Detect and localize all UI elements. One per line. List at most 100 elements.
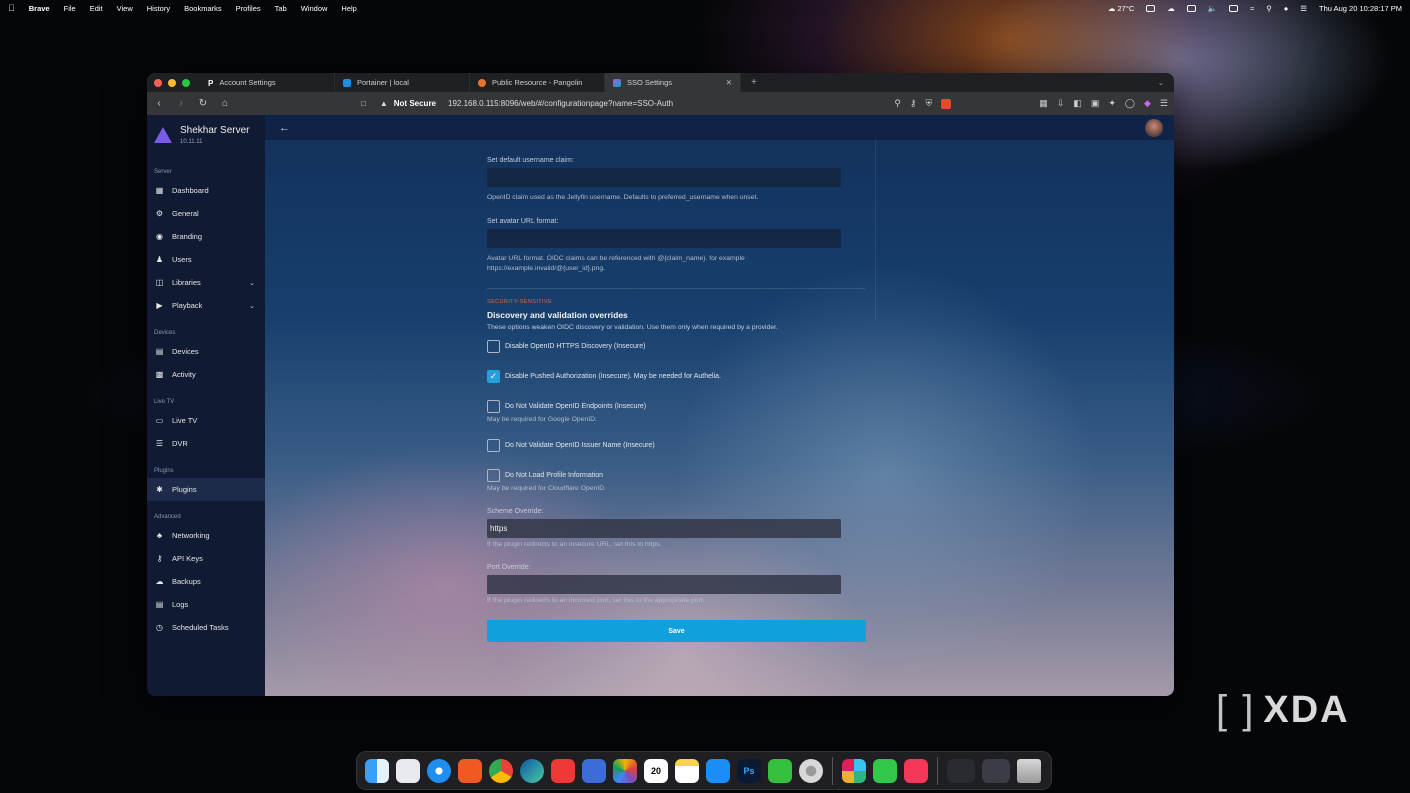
close-tab-icon[interactable]: ✕	[726, 78, 732, 87]
volume-icon[interactable]: 🔈	[1208, 4, 1217, 13]
apple-menu-icon[interactable]: 	[8, 3, 15, 13]
menu-window[interactable]: Window	[301, 4, 328, 13]
tab-sso-settings[interactable]: SSO Settings ✕	[605, 73, 741, 92]
sidebar-toggle-icon[interactable]: ◧	[1073, 98, 1082, 109]
checkbox[interactable]	[487, 439, 500, 452]
checkbox-row-validate-endpoints[interactable]: Do Not Validate OpenID Endpoints (Insecu…	[487, 400, 867, 413]
weather-widget[interactable]: ☁ 27°C	[1108, 4, 1134, 13]
menu-bookmarks[interactable]: Bookmarks	[184, 4, 222, 13]
forward-button[interactable]: ›	[175, 98, 187, 109]
sidebar-item-live-tv[interactable]: ▭ Live TV	[147, 409, 265, 432]
brave-icon[interactable]	[458, 758, 482, 783]
sidebar-item-users[interactable]: ♟ Users	[147, 248, 265, 271]
menu-help[interactable]: Help	[341, 4, 356, 13]
finder-icon[interactable]	[365, 758, 389, 783]
back-arrow-icon[interactable]: ←	[279, 122, 290, 134]
menu-tab[interactable]: Tab	[275, 4, 287, 13]
sidebar-item-activity[interactable]: ▩ Activity	[147, 363, 265, 386]
tab-pangolin[interactable]: Public Resource - Pangolin	[470, 73, 605, 92]
avatar-url-input[interactable]	[487, 229, 841, 248]
display-icon[interactable]	[1229, 4, 1239, 12]
security-indicator[interactable]: Not Secure	[394, 99, 436, 108]
chevron-down-icon[interactable]: ⌄	[249, 302, 255, 310]
menu-history[interactable]: History	[147, 4, 170, 13]
sidebar-item-dashboard[interactable]: ▦ Dashboard	[147, 179, 265, 202]
sidebar-item-playback[interactable]: ▶ Playback ⌄	[147, 294, 265, 317]
cloud-icon[interactable]: ☁	[1167, 4, 1175, 13]
sidebar-item-backups[interactable]: ☁ Backups	[147, 570, 265, 593]
trash-icon[interactable]	[1017, 758, 1041, 783]
wifi-icon[interactable]: ≈	[1250, 4, 1254, 13]
bookmark-icon[interactable]: □	[361, 99, 366, 108]
screen-icon[interactable]	[1146, 4, 1156, 12]
menu-edit[interactable]: Edit	[90, 4, 103, 13]
sidebar-item-logs[interactable]: ▤ Logs	[147, 593, 265, 616]
vpn-icon[interactable]: ◯	[1125, 98, 1135, 109]
reload-button[interactable]: ↻	[197, 98, 209, 109]
checkbox-row-profile-info[interactable]: Do Not Load Profile Information	[487, 469, 867, 482]
save-button[interactable]: Save	[487, 620, 866, 642]
home-button[interactable]: ⌂	[219, 98, 231, 109]
tab-account-settings[interactable]: P Account Settings	[200, 73, 335, 92]
notion-icon[interactable]	[582, 758, 606, 783]
zoom-window-button[interactable]	[182, 78, 190, 87]
username-claim-input[interactable]	[487, 168, 841, 187]
wallet-icon[interactable]: ▣	[1091, 98, 1100, 109]
back-button[interactable]: ‹	[153, 98, 165, 109]
evernote-icon[interactable]	[768, 758, 792, 783]
edge-icon[interactable]	[520, 758, 544, 783]
battery-icon[interactable]	[1186, 4, 1196, 12]
menu-profiles[interactable]: Profiles	[236, 4, 261, 13]
new-tab-button[interactable]: +	[741, 77, 767, 88]
chrome-icon[interactable]	[489, 758, 513, 783]
profile-icon[interactable]: ◆	[1144, 98, 1151, 109]
sidebar-item-dvr[interactable]: ☰ DVR	[147, 432, 265, 455]
sidebar-item-api-keys[interactable]: ⚷ API Keys	[147, 547, 265, 570]
photos-icon[interactable]	[613, 758, 637, 783]
close-window-button[interactable]	[154, 78, 162, 87]
checkbox-row-https-discovery[interactable]: Disable OpenID HTTPS Discovery (Insecure…	[487, 340, 867, 353]
checkmark-icon[interactable]: ✓	[487, 370, 500, 383]
app-menu-brave[interactable]: Brave	[29, 4, 50, 13]
notes-icon[interactable]	[675, 758, 699, 783]
downloads-icon[interactable]: ⇩	[1057, 98, 1065, 109]
photoshop-icon[interactable]: Ps	[737, 758, 761, 783]
phone-icon[interactable]	[873, 758, 897, 783]
minimized-window-icon[interactable]	[982, 758, 1010, 783]
app-store-icon[interactable]	[706, 758, 730, 783]
menu-view[interactable]: View	[117, 4, 133, 13]
extensions-icon[interactable]: ▦	[1039, 98, 1048, 109]
sidebar-item-libraries[interactable]: ◫ Libraries ⌄	[147, 271, 265, 294]
sidebar-item-general[interactable]: ⚙ General	[147, 202, 265, 225]
checkbox[interactable]	[487, 340, 500, 353]
minimized-window-icon[interactable]	[947, 758, 975, 783]
sidebar-item-branding[interactable]: ◉ Branding	[147, 225, 265, 248]
menu-file[interactable]: File	[64, 4, 76, 13]
checkbox-row-validate-issuer[interactable]: Do Not Validate OpenID Issuer Name (Inse…	[487, 439, 867, 452]
zoom-icon[interactable]: ⚲	[894, 98, 901, 109]
user-icon[interactable]: ●	[1284, 4, 1289, 13]
menubar-clock[interactable]: Thu Aug 20 10:28:17 PM	[1319, 4, 1402, 13]
port-override-input[interactable]	[487, 575, 841, 594]
chevron-down-icon[interactable]: ⌄	[249, 279, 255, 287]
sidebar-item-scheduled-tasks[interactable]: ◷ Scheduled Tasks	[147, 616, 265, 639]
sidebar-item-plugins[interactable]: ✱ Plugins	[147, 478, 265, 501]
tab-list-chevron-icon[interactable]: ⌄	[1158, 78, 1174, 87]
brave-rewards-icon[interactable]	[941, 98, 952, 109]
minimize-window-button[interactable]	[168, 78, 176, 87]
checkbox-row-pushed-authorization[interactable]: ✓ Disable Pushed Authorization (Insecure…	[487, 370, 867, 383]
server-logo[interactable]: Shekhar Server 10.11.11	[147, 115, 265, 159]
launchpad-icon[interactable]	[396, 758, 420, 783]
tab-portainer[interactable]: Portainer | local	[335, 73, 470, 92]
system-settings-icon[interactable]	[799, 758, 823, 783]
music-icon[interactable]	[904, 758, 928, 783]
avatar[interactable]	[1145, 119, 1163, 137]
key-icon[interactable]: ⚷	[910, 98, 917, 109]
menu-icon[interactable]: ☰	[1160, 98, 1168, 109]
sidebar-item-networking[interactable]: ♣ Networking	[147, 524, 265, 547]
control-center-icon[interactable]: ☰	[1300, 4, 1307, 13]
checkbox[interactable]	[487, 469, 500, 482]
safari-icon[interactable]	[427, 758, 451, 783]
vivaldi-icon[interactable]	[551, 758, 575, 783]
calendar-icon[interactable]: 20	[644, 758, 668, 783]
